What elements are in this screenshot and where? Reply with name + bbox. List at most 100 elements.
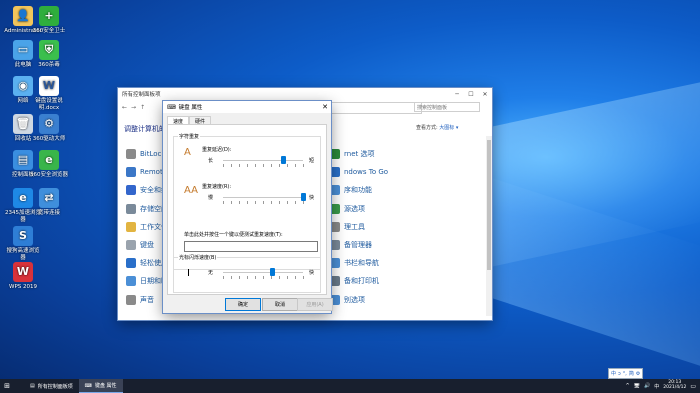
control-panel-item-label: 源选项 <box>344 204 365 213</box>
control-panel-item-label: 备管理器 <box>344 241 372 249</box>
control-panel-item[interactable]: 键盘 <box>126 240 154 250</box>
control-panel-item-label: ndows To Go <box>344 168 389 177</box>
system-tray: ^ 🖥 🔊 中 20:13 2021/4/12 ▭ <box>625 380 700 391</box>
address-bar[interactable] <box>330 102 422 114</box>
control-panel-item[interactable]: 源选项 <box>330 203 365 214</box>
close-button[interactable]: ✕ <box>478 91 492 98</box>
repeat-rate-slider[interactable] <box>300 193 306 201</box>
scrollbar-thumb[interactable] <box>487 140 491 270</box>
network-tray-icon[interactable]: 🖥 <box>634 383 640 389</box>
dialog-titlebar[interactable]: ⌨ 键盘 属性 ✕ <box>163 101 331 113</box>
sound-icon <box>126 294 136 305</box>
desktop-icon[interactable]: ⚙ 360驱动大师 <box>30 114 68 143</box>
printers-icon <box>330 276 340 287</box>
control-panel-item[interactable]: 书栏和导航 <box>330 258 379 269</box>
desktop-icon[interactable]: ⇄ 宽带连接 <box>30 188 68 217</box>
ime-button[interactable]: 中 <box>611 370 616 377</box>
admin-tools-icon <box>330 221 340 232</box>
notification-icon[interactable]: ▭ <box>690 383 696 390</box>
search-input[interactable]: 搜索控制面板 <box>414 102 480 112</box>
programs-icon <box>330 185 340 196</box>
desktop-icon-label: 搜狗高速浏览器 <box>6 248 40 261</box>
taskbar-apps: ▤ 所有控制面板项 ⌨ 键盘 属性 <box>24 379 123 393</box>
tray-chevron-icon[interactable]: ^ <box>625 383 629 389</box>
taskbar-app[interactable]: ⌨ 键盘 属性 <box>78 379 123 393</box>
control-panel-item[interactable]: BitLock <box>126 149 165 159</box>
minimize-button[interactable]: ─ <box>450 91 464 98</box>
repeat-rate-track <box>223 197 303 198</box>
volume-icon[interactable]: 🔊 <box>644 383 650 389</box>
storage-icon <box>126 203 136 214</box>
control-panel-item[interactable]: 备和打印机 <box>330 276 379 287</box>
360-antivirus-icon: ⛨ <box>39 40 59 60</box>
ime-toolbar[interactable]: 中 ɔ °, 简 ⚙ <box>608 368 644 379</box>
ime-button[interactable]: 简 <box>629 370 634 377</box>
desktop-icon-label: 360安全卫士 <box>32 28 66 34</box>
desktop-icon[interactable]: S 搜狗高速浏览器 <box>4 226 42 261</box>
apply-button[interactable]: 应用(A) <box>297 298 333 311</box>
360-guard-icon: + <box>39 6 59 26</box>
internet-options-icon <box>330 149 340 159</box>
cursor-blink-track <box>223 272 303 273</box>
control-panel-item[interactable]: 存储空间 <box>126 203 168 214</box>
control-panel-titlebar[interactable]: 所有控制面板项 ─ ☐ ✕ <box>118 88 492 100</box>
control-panel-item[interactable]: rnet 选项 <box>330 149 374 159</box>
desktop-icon[interactable]: e 360安全浏览器 <box>30 150 68 179</box>
keyboard-icon: ⌨ <box>84 382 92 389</box>
repeat-rate-label: 重复速度(R): <box>202 184 232 190</box>
desktop-icon[interactable]: W 键盘设置说明.docx <box>30 76 68 111</box>
date-time-icon <box>126 276 136 287</box>
clock[interactable]: 20:13 2021/4/12 <box>663 380 687 391</box>
taskbar-nav-icon <box>330 258 340 269</box>
security-icon <box>126 185 136 196</box>
control-panel-item[interactable]: 工作文件 <box>126 221 168 232</box>
desktop-icon-label: 360驱动大师 <box>32 136 66 142</box>
control-panel-item[interactable]: 声音 <box>126 294 154 305</box>
control-panel-item[interactable]: 轻松使用 <box>126 258 168 269</box>
up-arrow-icon[interactable]: ↑ <box>140 104 145 111</box>
forward-arrow-icon[interactable]: → <box>131 104 136 111</box>
control-panel-item[interactable]: 日期和时 <box>126 276 168 287</box>
ime-button[interactable]: ⚙ <box>636 371 640 377</box>
back-arrow-icon[interactable]: ← <box>122 104 127 111</box>
control-panel-item[interactable]: 别选项 <box>330 294 365 305</box>
cancel-button[interactable]: 取消 <box>262 298 298 311</box>
control-panel-item-label: 声音 <box>140 295 154 304</box>
desktop-icon[interactable]: ⛨ 360杀毒 <box>30 40 68 69</box>
scrollbar[interactable] <box>486 136 492 316</box>
taskbar-app[interactable]: ▤ 所有控制面板项 <box>24 379 79 393</box>
ok-button[interactable]: 确定 <box>225 298 261 311</box>
maximize-button[interactable]: ☐ <box>464 91 478 98</box>
view-by-value[interactable]: 大图标 ▾ <box>439 125 458 131</box>
control-panel-item[interactable]: 序和功能 <box>330 185 372 196</box>
repeat-delay-slider[interactable] <box>280 156 286 164</box>
control-panel-item[interactable]: Remote <box>126 167 167 178</box>
ime-button[interactable]: ɔ <box>618 371 621 377</box>
clock-date: 2021/4/12 <box>663 385 687 390</box>
dialog-close-button[interactable]: ✕ <box>319 103 331 111</box>
view-by[interactable]: 查看方式: 大图标 ▾ <box>416 124 458 131</box>
control-panel-item-label: 键盘 <box>140 241 154 249</box>
desktop-icon-label: 360杀毒 <box>38 62 60 68</box>
cursor-blink-ticks <box>223 276 304 279</box>
desktop-icon-label: 360安全浏览器 <box>30 172 68 178</box>
control-panel-item[interactable]: 理工具 <box>330 221 365 232</box>
desktop-icon[interactable]: +360安全卫士 <box>30 6 68 35</box>
keyboard-icon: ⌨ <box>167 103 176 111</box>
windows-start-icon[interactable]: ⊞ <box>0 379 14 393</box>
repeat-delay-max-label: 短 <box>309 158 315 164</box>
ime-button[interactable]: °, <box>623 371 627 377</box>
taskbar-app-label: 所有控制面板项 <box>37 383 73 390</box>
input-method-icon[interactable]: 中 <box>654 383 659 390</box>
cursor-blink-slider[interactable] <box>270 268 276 276</box>
control-panel-item[interactable]: ndows To Go <box>330 167 389 178</box>
wps-icon: W <box>13 262 33 282</box>
taskbar: ⊞ ▤ 所有控制面板项 ⌨ 键盘 属性 ^ 🖥 🔊 中 20:13 2021/4/12… <box>0 379 700 393</box>
keyboard-properties-dialog[interactable]: ⌨ 键盘 属性 ✕ 速度 硬件 字符重复 A 重复延迟(D): 长 短 AA 重… <box>163 101 333 313</box>
control-panel-item[interactable]: 备管理器 <box>330 240 372 250</box>
repeat-test-input[interactable] <box>184 241 318 252</box>
desktop-icon[interactable]: W WPS 2019 <box>4 262 42 291</box>
repeat-rate-max-label: 快 <box>309 195 315 201</box>
control-panel-item-label: 备和打印机 <box>344 277 379 286</box>
control-panel-item[interactable]: 安全和维 <box>126 185 168 196</box>
